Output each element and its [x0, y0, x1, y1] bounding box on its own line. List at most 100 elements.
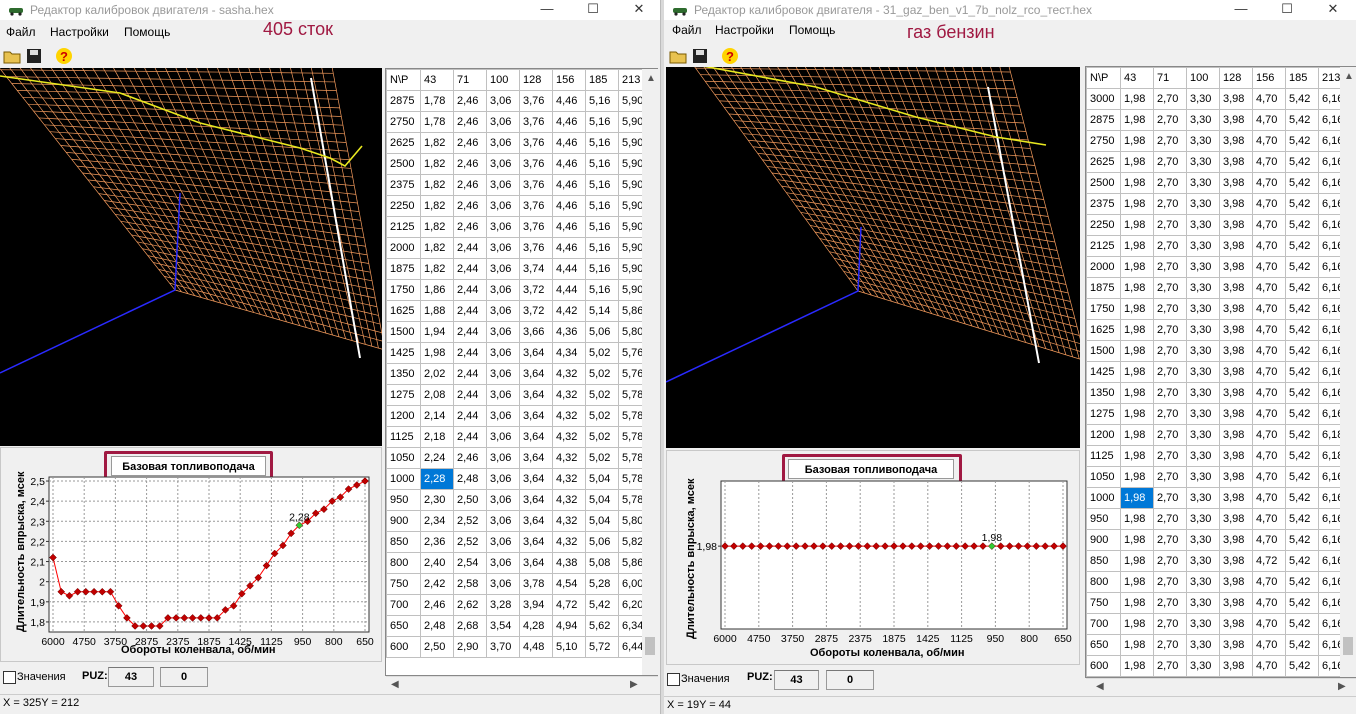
table-cell[interactable]: 5,42 [1285, 256, 1319, 278]
row-header[interactable]: 800 [1086, 571, 1121, 593]
table-cell[interactable]: 2,44 [453, 426, 487, 448]
table-cell[interactable]: 1,98 [1120, 88, 1154, 110]
table-cell[interactable]: 2,70 [1153, 172, 1187, 194]
table-cell[interactable]: 5,16 [585, 174, 619, 196]
table-cell[interactable]: 1,98 [1120, 214, 1154, 236]
table-cell[interactable]: 2,46 [453, 174, 487, 196]
table-cell[interactable]: 1,98 [1120, 403, 1154, 425]
table-cell[interactable]: 4,32 [552, 405, 586, 427]
maximize-button[interactable]: ☐ [1264, 0, 1310, 20]
table-cell[interactable]: 5,42 [1285, 508, 1319, 530]
row-header[interactable]: 1875 [1086, 277, 1121, 299]
table-cell[interactable]: 1,98 [1120, 424, 1154, 446]
table-cell[interactable]: 3,06 [486, 237, 520, 259]
table-cell[interactable]: 2,52 [453, 531, 487, 553]
table-cell[interactable]: 4,38 [552, 552, 586, 574]
table-cell[interactable]: 4,46 [552, 111, 586, 133]
table-cell[interactable]: 1,98 [1120, 256, 1154, 278]
table-cell[interactable]: 3,98 [1219, 508, 1253, 530]
vertical-scrollbar[interactable]: ▲ [642, 69, 658, 675]
table-cell[interactable]: 3,30 [1186, 613, 1220, 635]
table-cell[interactable]: 3,30 [1186, 487, 1220, 509]
table-cell[interactable]: 5,16 [585, 258, 619, 280]
values-checkbox[interactable] [667, 673, 680, 686]
column-header[interactable]: 156 [1252, 67, 1286, 89]
table-cell[interactable]: 3,64 [519, 426, 553, 448]
column-header[interactable]: 43 [420, 69, 454, 91]
table-cell[interactable]: 2,44 [453, 342, 487, 364]
column-header[interactable]: 185 [1285, 67, 1319, 89]
table-cell[interactable]: 3,30 [1186, 235, 1220, 257]
table-cell[interactable]: 4,70 [1252, 109, 1286, 131]
table-cell[interactable]: 1,98 [1120, 172, 1154, 194]
table-cell[interactable]: 3,06 [486, 384, 520, 406]
table-cell[interactable]: 2,70 [1153, 571, 1187, 593]
menu-file[interactable]: Файл [6, 25, 36, 39]
fuel-chart[interactable]: 6000 4750 3750 2875 2375 1875 1425 1125 950 800 65… [1, 448, 381, 661]
table-cell[interactable]: 5,10 [552, 636, 586, 658]
table-cell[interactable]: 3,06 [486, 195, 520, 217]
table-cell[interactable]: 2,70 [1153, 403, 1187, 425]
puz-second-field[interactable]: 0 [826, 670, 874, 690]
row-header[interactable]: 1350 [1086, 382, 1121, 404]
table-cell[interactable]: 3,30 [1186, 571, 1220, 593]
table-cell[interactable]: 1,98 [1120, 487, 1154, 509]
table-cell[interactable]: 5,16 [585, 237, 619, 259]
table-cell[interactable]: 2,48 [420, 615, 454, 637]
row-header[interactable]: 750 [1086, 592, 1121, 614]
table-cell[interactable]: 4,70 [1252, 508, 1286, 530]
table-cell[interactable]: 3,06 [486, 300, 520, 322]
table-cell[interactable]: 3,06 [486, 447, 520, 469]
table-cell[interactable]: 5,42 [1285, 277, 1319, 299]
table-cell[interactable]: 2,46 [453, 90, 487, 112]
table-cell[interactable]: 3,98 [1219, 634, 1253, 656]
table-cell[interactable]: 3,30 [1186, 151, 1220, 173]
table-cell[interactable]: 3,98 [1219, 550, 1253, 572]
table-cell[interactable]: 2,02 [420, 363, 454, 385]
table-cell[interactable]: 4,70 [1252, 445, 1286, 467]
table-cell[interactable]: 2,44 [453, 384, 487, 406]
table-cell[interactable]: 4,32 [552, 363, 586, 385]
table-cell[interactable]: 3,30 [1186, 88, 1220, 110]
values-checkbox[interactable] [3, 671, 16, 684]
row-header[interactable]: 700 [1086, 613, 1121, 635]
table-cell[interactable]: 4,48 [519, 636, 553, 658]
table-cell[interactable]: 3,98 [1219, 613, 1253, 635]
table-cell[interactable]: 3,06 [486, 363, 520, 385]
table-cell[interactable]: 3,98 [1219, 235, 1253, 257]
row-header[interactable]: 1500 [1086, 340, 1121, 362]
table-cell[interactable]: 5,42 [1285, 130, 1319, 152]
table-cell[interactable]: 3,06 [486, 426, 520, 448]
table-cell[interactable]: 2,44 [453, 279, 487, 301]
table-cell[interactable]: 5,04 [585, 468, 619, 490]
table-cell[interactable]: 1,82 [420, 216, 454, 238]
table-cell[interactable]: 2,42 [420, 573, 454, 595]
table-cell[interactable]: 4,70 [1252, 529, 1286, 551]
table-cell[interactable]: 2,46 [453, 447, 487, 469]
table-cell[interactable]: 1,98 [1120, 151, 1154, 173]
table-cell[interactable]: 3,98 [1219, 172, 1253, 194]
table-cell[interactable]: 5,42 [1285, 172, 1319, 194]
table-cell[interactable]: 3,06 [486, 489, 520, 511]
table-cell[interactable]: 3,98 [1219, 382, 1253, 404]
table-cell[interactable]: 3,06 [486, 111, 520, 133]
row-header[interactable]: 1875 [386, 258, 421, 280]
table-cell[interactable]: 3,98 [1219, 655, 1253, 677]
table-cell[interactable]: 5,42 [1285, 109, 1319, 131]
table-cell[interactable]: 2,14 [420, 405, 454, 427]
row-header[interactable]: 2250 [1086, 214, 1121, 236]
table-cell[interactable]: 4,70 [1252, 592, 1286, 614]
table-cell[interactable]: 2,46 [453, 216, 487, 238]
scroll-left-arrow-icon[interactable]: ◀ [391, 679, 399, 690]
table-cell[interactable]: 5,04 [585, 489, 619, 511]
menu-file[interactable]: Файл [672, 23, 702, 37]
row-header[interactable]: 2875 [386, 90, 421, 112]
table-cell[interactable]: 3,30 [1186, 256, 1220, 278]
row-header[interactable]: 800 [386, 552, 421, 574]
row-header[interactable]: 2875 [1086, 109, 1121, 131]
table-cell[interactable]: 2,40 [420, 552, 454, 574]
table-cell[interactable]: 4,70 [1252, 340, 1286, 362]
row-header[interactable]: 1275 [386, 384, 421, 406]
table-cell[interactable]: 5,16 [585, 279, 619, 301]
table-cell[interactable]: 3,98 [1219, 529, 1253, 551]
